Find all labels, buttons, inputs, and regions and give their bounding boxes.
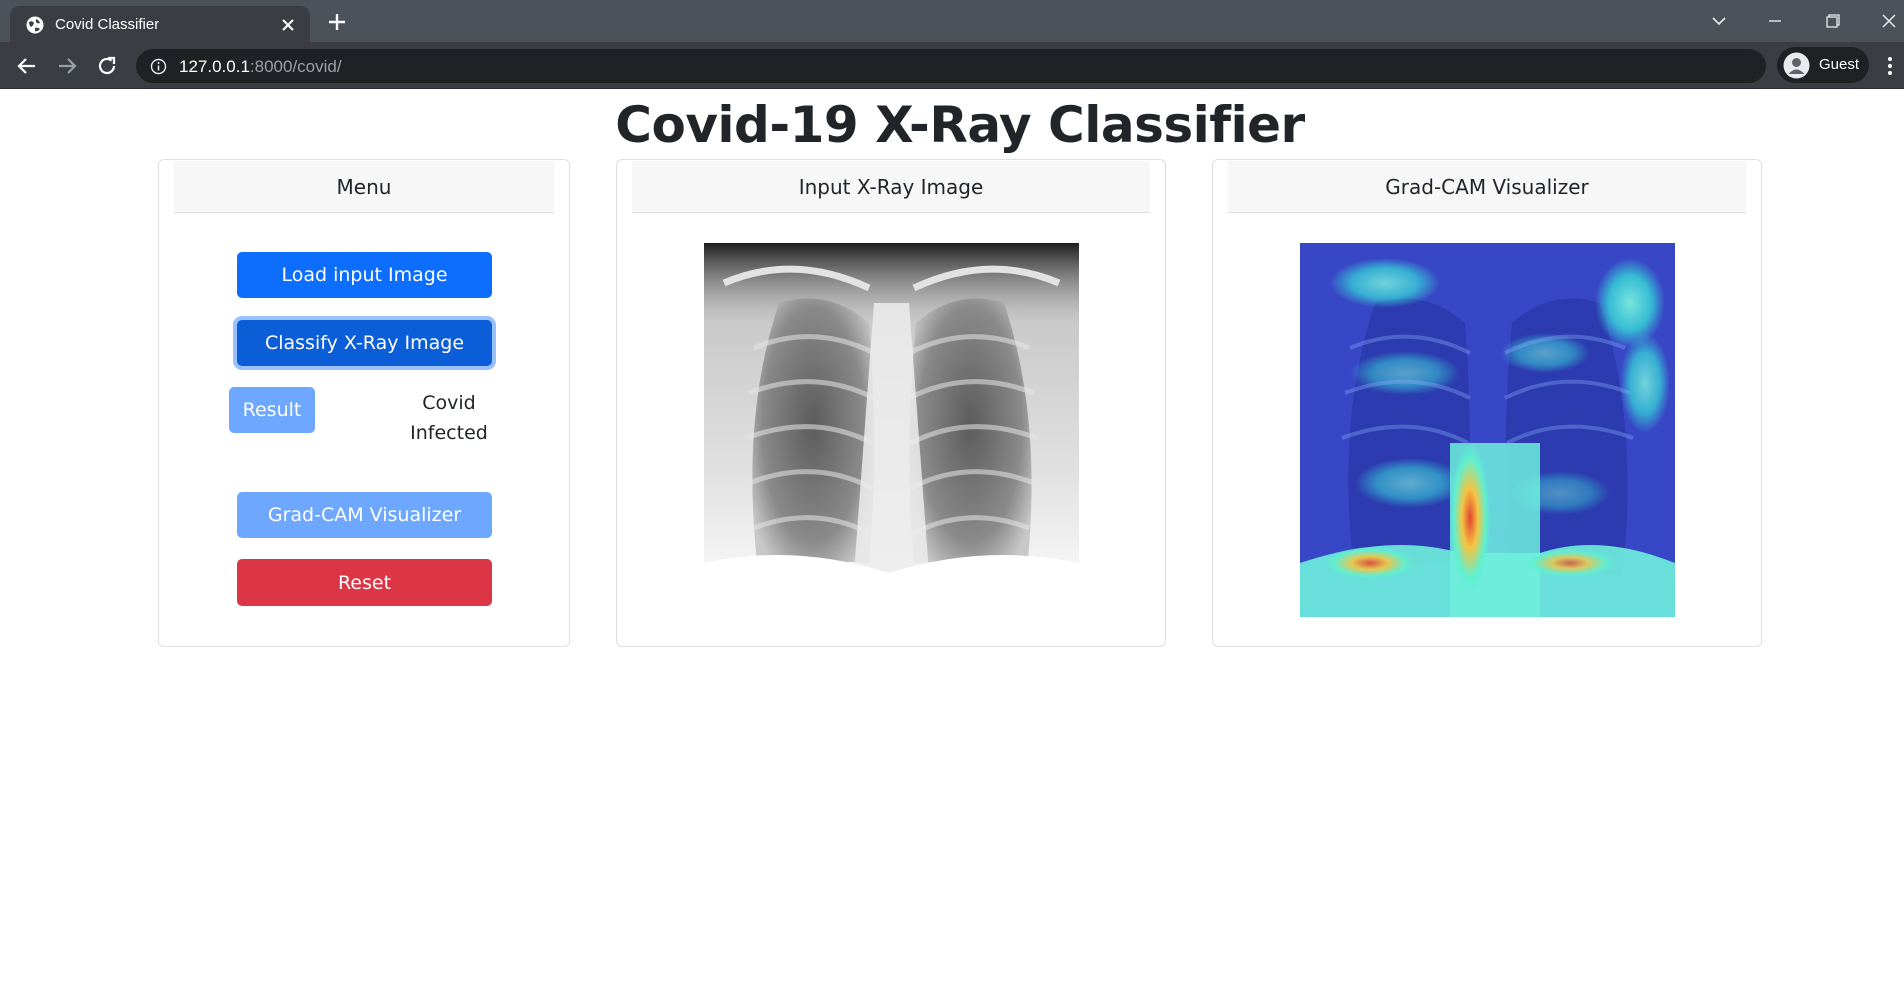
browser-tab-strip: Covid Classifier [0, 0, 1904, 42]
reload-icon[interactable] [93, 52, 121, 80]
input-image-card: Input X-Ray Image [616, 159, 1166, 647]
url-text: 127.0.0.1:8000/covid/ [179, 57, 342, 77]
result-button[interactable]: Result [229, 387, 315, 433]
input-image-card-header: Input X-Ray Image [632, 161, 1150, 213]
result-line-2: Infected [410, 422, 488, 444]
gradcam-card-header: Grad-CAM Visualizer [1228, 161, 1746, 213]
classify-xray-image-button[interactable]: Classify X-Ray Image [237, 320, 492, 366]
page-content: Covid-19 X-Ray Classifier Menu Load inpu… [0, 89, 1904, 1001]
tab-title: Covid Classifier [55, 16, 160, 33]
load-input-image-button[interactable]: Load input Image [237, 252, 492, 298]
plus-icon[interactable] [325, 10, 349, 34]
globe-icon [26, 16, 44, 34]
window-close-icon[interactable] [1876, 8, 1902, 34]
profile-button[interactable]: Guest [1777, 47, 1869, 83]
result-line-1: Covid [422, 392, 476, 414]
gradcam-visualizer-button[interactable]: Grad-CAM Visualizer [237, 492, 492, 538]
kebab-menu-icon[interactable] [1880, 52, 1900, 80]
info-icon[interactable] [150, 58, 167, 75]
browser-toolbar: 127.0.0.1:8000/covid/ Guest [0, 42, 1904, 89]
gradcam-heatmap-image [1300, 243, 1675, 617]
back-arrow-icon[interactable] [13, 52, 41, 80]
gradcam-card: Grad-CAM Visualizer [1212, 159, 1762, 647]
profile-name: Guest [1819, 56, 1860, 73]
browser-tab[interactable]: Covid Classifier [10, 6, 310, 42]
url-path: :8000/covid/ [249, 57, 342, 76]
url-host: 127.0.0.1 [179, 57, 250, 76]
input-xray-image [704, 243, 1079, 617]
minimize-icon[interactable] [1762, 8, 1788, 34]
reset-button[interactable]: Reset [237, 559, 492, 606]
page-title: Covid-19 X-Ray Classifier [615, 96, 1305, 154]
menu-card-header: Menu [174, 161, 554, 213]
address-bar[interactable]: 127.0.0.1:8000/covid/ [136, 49, 1766, 83]
forward-arrow-icon[interactable] [53, 52, 81, 80]
result-text: Covid Infected [389, 388, 509, 448]
menu-card: Menu Load input Image Classify X-Ray Ima… [158, 159, 570, 647]
close-icon[interactable] [278, 15, 298, 35]
restore-icon[interactable] [1820, 8, 1846, 34]
chevron-down-icon[interactable] [1706, 8, 1732, 34]
avatar-icon [1783, 52, 1810, 79]
